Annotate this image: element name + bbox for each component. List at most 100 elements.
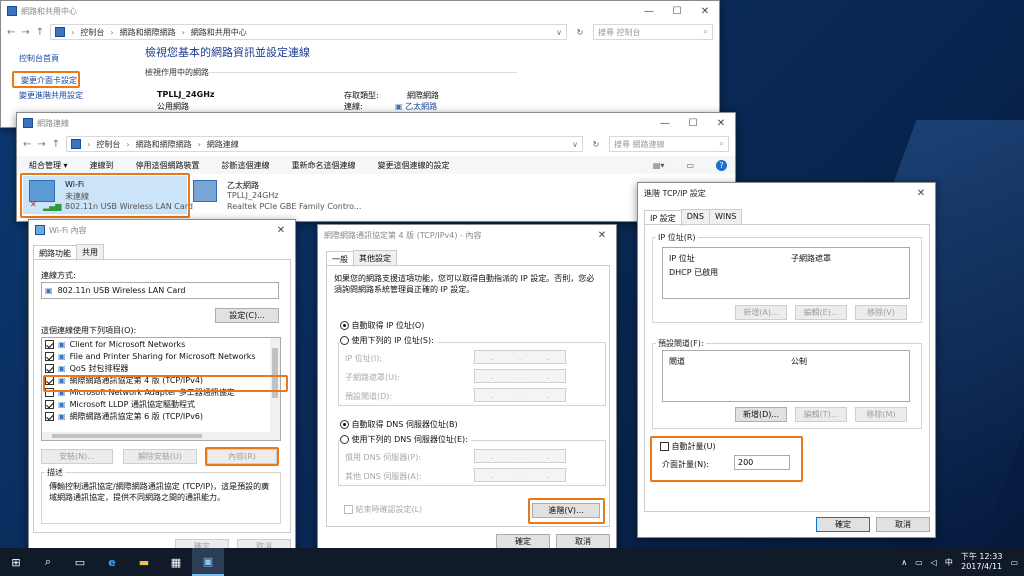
checkbox-icon[interactable] bbox=[660, 442, 669, 451]
breadcrumb-item[interactable]: 網路和網際網路 bbox=[120, 27, 176, 38]
connection-value[interactable]: 乙太網路 bbox=[405, 102, 437, 111]
search-icon[interactable]: ⌕ bbox=[32, 548, 64, 576]
side-link-change-adapter-settings[interactable]: 變更介面卡設定 bbox=[21, 75, 77, 86]
add-gateway-button[interactable]: 新增(D)... bbox=[735, 407, 787, 422]
close-button[interactable]: ✕ bbox=[707, 113, 735, 133]
tray-chevron-icon[interactable]: ∧ bbox=[901, 558, 907, 567]
manual-dns-radio[interactable]: 使用下列的 DNS 伺服器位址(E): bbox=[340, 434, 471, 445]
ime-indicator[interactable]: 中 bbox=[945, 557, 953, 568]
auto-ip-radio[interactable]: 自動取得 IP 位址(O) bbox=[340, 320, 424, 331]
checkbox-icon[interactable] bbox=[45, 339, 54, 349]
tab-sharing[interactable]: 共用 bbox=[76, 244, 104, 260]
list-item[interactable]: ▣ 網際網路通訊協定第 6 版 (TCP/IPv6) bbox=[42, 410, 280, 422]
list-item[interactable]: ▣ 網際網路通訊協定第 4 版 (TCP/IPv4) bbox=[42, 374, 280, 386]
alternate-dns-input[interactable]: ... bbox=[474, 468, 566, 482]
close-button[interactable]: ✕ bbox=[267, 220, 295, 240]
diagnose-button[interactable]: 診斷這個連線 bbox=[222, 160, 270, 171]
search-input[interactable]: 搜尋 網路連線 ⌕ bbox=[609, 136, 729, 152]
auto-metric-checkbox[interactable]: 自動計量(U) bbox=[660, 441, 716, 452]
breadcrumb-item[interactable]: 控制台 bbox=[80, 27, 104, 38]
dropdown-chevron-icon[interactable]: ∨ bbox=[572, 140, 578, 149]
edit-gateway-button[interactable]: 編輯(T)... bbox=[795, 407, 847, 422]
file-explorer-icon[interactable]: ▬ bbox=[128, 548, 160, 576]
radio-unselected-icon[interactable] bbox=[340, 336, 349, 345]
breadcrumb[interactable]: › 控制台 › 網路和網際網路 › 網路連線 ∨ bbox=[66, 136, 583, 152]
close-button[interactable]: ✕ bbox=[691, 1, 719, 21]
radio-selected-icon[interactable] bbox=[340, 321, 349, 330]
maximize-button[interactable]: ☐ bbox=[663, 1, 691, 21]
breadcrumb-item[interactable]: 網路和網際網路 bbox=[136, 139, 192, 150]
list-item[interactable]: ▣ QoS 封包排程器 bbox=[42, 362, 280, 374]
breadcrumb-item[interactable]: 網路和共用中心 bbox=[191, 27, 247, 38]
side-link-advanced-sharing[interactable]: 變更進階共用設定 bbox=[19, 90, 83, 101]
edit-ip-button[interactable]: 編輯(E)... bbox=[795, 305, 847, 320]
volume-icon[interactable]: ◁ bbox=[931, 558, 937, 567]
breadcrumb-item[interactable]: 控制台 bbox=[96, 139, 120, 150]
connect-to-button[interactable]: 連線到 bbox=[90, 160, 114, 171]
tab-dns[interactable]: DNS bbox=[680, 209, 710, 225]
interface-metric-input[interactable] bbox=[734, 455, 790, 470]
items-list[interactable]: ▣ Client for Microsoft Networks ▣ File and … bbox=[41, 337, 281, 441]
ip-address-list[interactable]: IP 位址 子網路遮罩 DHCP 已啟用 bbox=[662, 247, 910, 299]
refresh-icon[interactable]: ↻ bbox=[573, 28, 587, 37]
scrollbar-thumb[interactable] bbox=[272, 348, 278, 398]
list-item[interactable]: ▣ Microsoft LLDP 通訊協定驅動程式 bbox=[42, 398, 280, 410]
connection-link[interactable]: ▣ 乙太網路 bbox=[395, 101, 437, 112]
adapter-wifi[interactable]: ▂▄▆ ✕ Wi-Fi 未連線 802.11n USB Wireless LAN… bbox=[23, 176, 193, 214]
cancel-button[interactable]: 取消 bbox=[876, 517, 930, 532]
clock[interactable]: 下午 12:33 2017/4/11 bbox=[961, 552, 1003, 572]
start-button[interactable]: ⊞ bbox=[0, 548, 32, 576]
properties-button[interactable]: 內容(R) bbox=[207, 449, 277, 464]
minimize-button[interactable]: — bbox=[635, 1, 663, 21]
install-button[interactable]: 安裝(N)... bbox=[41, 449, 113, 464]
rename-button[interactable]: 重新命名這個連線 bbox=[292, 160, 356, 171]
gateway-input[interactable]: ... bbox=[474, 388, 566, 402]
breadcrumb-item[interactable]: 網路連線 bbox=[207, 139, 239, 150]
add-ip-button[interactable]: 新增(A)... bbox=[735, 305, 787, 320]
checkbox-icon[interactable] bbox=[45, 387, 54, 397]
help-icon[interactable]: ? bbox=[716, 159, 727, 171]
search-input[interactable]: 搜尋 控制台 ⌕ bbox=[593, 24, 713, 40]
checkbox-icon[interactable] bbox=[45, 399, 54, 409]
store-icon[interactable]: ▦ bbox=[160, 548, 192, 576]
close-button[interactable]: ✕ bbox=[588, 225, 616, 245]
up-arrow-icon[interactable]: ↑ bbox=[36, 27, 44, 38]
back-arrow-icon[interactable]: ← bbox=[23, 139, 31, 150]
tab-alternate[interactable]: 其他設定 bbox=[353, 250, 397, 266]
radio-selected-icon[interactable] bbox=[340, 420, 349, 429]
minimize-button[interactable]: — bbox=[651, 113, 679, 133]
checkbox-icon[interactable] bbox=[344, 505, 353, 514]
tab-wins[interactable]: WINS bbox=[708, 209, 743, 225]
view-options-icon[interactable]: ▤▾ bbox=[653, 161, 665, 170]
preferred-dns-input[interactable]: ... bbox=[474, 449, 566, 463]
maximize-button[interactable]: ☐ bbox=[679, 113, 707, 133]
adapter-ethernet[interactable]: 乙太網路 TPLLJ_24GHz Realtek PCIe GBE Family… bbox=[193, 176, 373, 214]
checkbox-icon[interactable] bbox=[45, 363, 54, 373]
list-item[interactable]: ▣ Microsoft Network Adapter 多工器通訊協定 bbox=[42, 386, 280, 398]
preview-pane-icon[interactable]: ▭ bbox=[686, 161, 694, 170]
ok-button[interactable]: 確定 bbox=[816, 517, 870, 532]
forward-arrow-icon[interactable]: → bbox=[21, 27, 29, 38]
validate-checkbox[interactable]: 結束時確認設定(L) bbox=[344, 504, 422, 515]
checkbox-icon[interactable] bbox=[45, 411, 54, 421]
notification-icon[interactable]: ▭ bbox=[1010, 558, 1018, 567]
control-panel-taskbar-icon[interactable]: ▣ bbox=[192, 548, 224, 576]
side-link-control-panel-home[interactable]: 控制台首頁 bbox=[19, 53, 59, 64]
change-settings-button[interactable]: 變更這個連線的設定 bbox=[378, 160, 450, 171]
organize-menu[interactable]: 組合管理 ▾ bbox=[29, 160, 68, 171]
horizontal-scrollbar[interactable] bbox=[42, 432, 272, 440]
manual-ip-radio[interactable]: 使用下列的 IP 位址(S): bbox=[340, 335, 437, 346]
subnet-mask-input[interactable]: ... bbox=[474, 369, 566, 383]
radio-unselected-icon[interactable] bbox=[340, 435, 349, 444]
vertical-scrollbar[interactable] bbox=[270, 338, 280, 440]
network-tray-icon[interactable]: ▭ bbox=[915, 558, 923, 567]
disable-device-button[interactable]: 停用這個網路裝置 bbox=[136, 160, 200, 171]
auto-dns-radio[interactable]: 自動取得 DNS 伺服器位址(B) bbox=[340, 419, 458, 430]
edge-browser-icon[interactable]: e bbox=[96, 548, 128, 576]
advanced-button[interactable]: 進階(V)... bbox=[532, 503, 600, 518]
checkbox-icon[interactable] bbox=[45, 375, 54, 385]
configure-button[interactable]: 設定(C)... bbox=[215, 308, 279, 323]
checkbox-icon[interactable] bbox=[45, 351, 54, 361]
back-arrow-icon[interactable]: ← bbox=[7, 27, 15, 38]
dropdown-chevron-icon[interactable]: ∨ bbox=[556, 28, 562, 37]
